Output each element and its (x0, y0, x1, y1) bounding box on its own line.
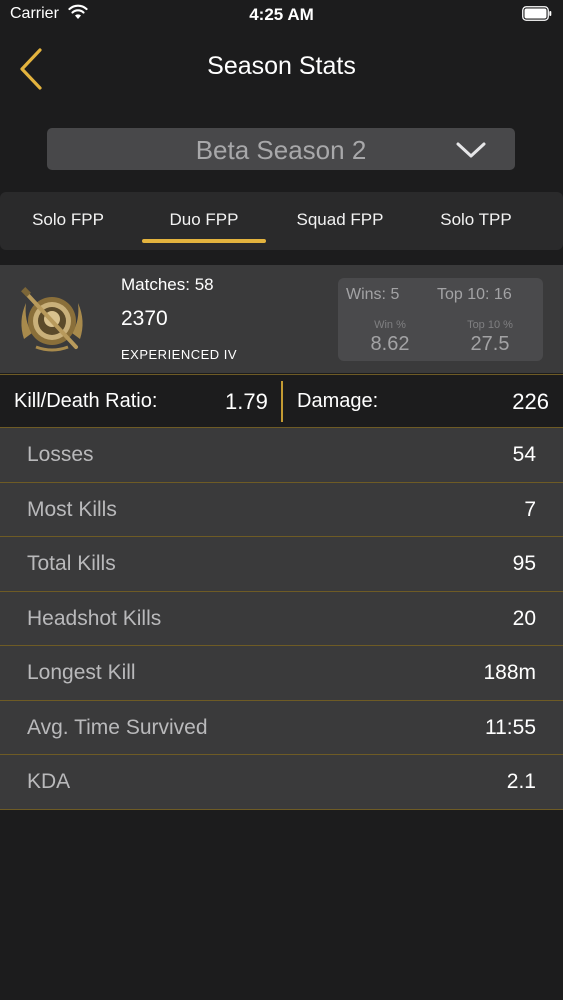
stat-value: 95 (512, 552, 536, 575)
wins-panel: Wins: 5 Top 10: 16 Win % 8.62 Top 10 % 2… (338, 278, 543, 361)
rank-summary: Matches: 58 2370 EXPERIENCED IV Wins: 5 … (0, 265, 563, 373)
battery-icon (522, 6, 552, 21)
navigation-bar: Season Stats (0, 30, 563, 110)
stat-row-longest-kill: Longest Kill 188m (0, 646, 563, 701)
win-percent-value: 8.62 (370, 333, 410, 355)
stats-list: Losses 54 Most Kills 7 Total Kills 95 He… (0, 428, 563, 810)
top10-percent-label: Top 10 % (467, 319, 513, 331)
clock: 4:25 AM (249, 5, 314, 24)
active-tab-indicator (142, 239, 266, 243)
stat-row-total-kills: Total Kills 95 (0, 537, 563, 592)
top10-percent-value: 27.5 (470, 333, 510, 355)
stat-value: 188m (483, 661, 536, 684)
kd-divider (281, 381, 283, 422)
stat-label: Most Kills (27, 497, 117, 521)
stat-value: 11:55 (485, 715, 536, 739)
kd-label: Kill/Death Ratio: (14, 390, 158, 412)
rank-rating: 2370 (121, 307, 168, 330)
tab-solo-fpp[interactable]: Solo FPP (0, 192, 136, 250)
rank-tier: EXPERIENCED IV (121, 347, 238, 362)
kd-value: 1.79 (225, 389, 268, 414)
damage-label: Damage: (297, 390, 379, 412)
stat-value: 2.1 (506, 770, 536, 793)
chevron-down-icon (456, 142, 486, 158)
stat-label: Headshot Kills (27, 606, 162, 630)
stat-label: Total Kills (27, 552, 116, 575)
damage-value: 226 (512, 389, 549, 414)
page-title: Season Stats (207, 52, 356, 80)
win-percent-label: Win % (374, 319, 406, 331)
stat-label: KDA (27, 770, 71, 793)
tab-solo-tpp[interactable]: Solo TPP (408, 192, 544, 250)
stat-row-avg-time-survived: Avg. Time Survived 11:55 (0, 700, 563, 755)
stat-row-headshot-kills: Headshot Kills 20 (0, 591, 563, 646)
mode-tabs: Solo FPP Duo FPP Squad FPP Solo TPP (0, 192, 563, 250)
season-dropdown-value: Beta Season 2 (195, 135, 367, 165)
stat-row-most-kills: Most Kills 7 (0, 482, 563, 537)
kd-damage-row: Kill/Death Ratio: 1.79 Damage: 226 (0, 374, 563, 428)
tab-squad-fpp[interactable]: Squad FPP (272, 192, 408, 250)
stat-value: 54 (512, 443, 536, 466)
stat-value: 20 (512, 606, 536, 630)
stat-label: Longest Kill (27, 661, 136, 684)
rank-medal-icon (21, 287, 83, 352)
season-dropdown[interactable]: Beta Season 2 (47, 128, 515, 170)
top10-count: Top 10: 16 (437, 286, 512, 303)
status-bar: Carrier 4:25 AM (0, 0, 563, 30)
wins-count: Wins: 5 (346, 286, 400, 303)
stat-row-losses: Losses 54 (0, 428, 563, 483)
stat-row-kda: KDA 2.1 (0, 755, 563, 810)
stat-label: Losses (27, 443, 94, 466)
matches-count: Matches: 58 (121, 275, 214, 294)
stat-label: Avg. Time Survived (27, 715, 208, 739)
stat-value: 7 (524, 497, 536, 521)
